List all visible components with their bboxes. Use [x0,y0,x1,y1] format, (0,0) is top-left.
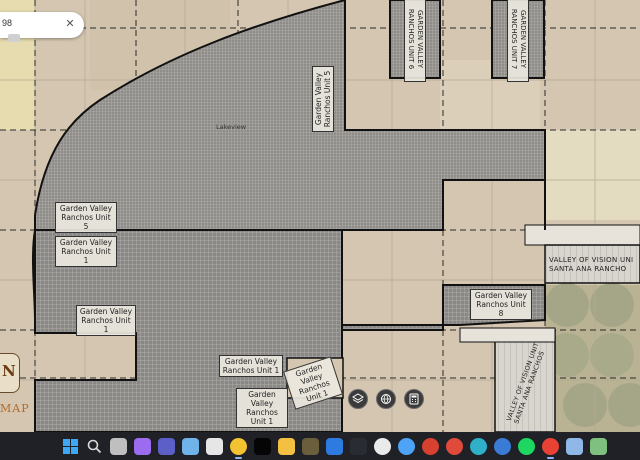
label-unit-bottom-b: Garden Valley Ranchos Unit 1 [236,388,288,428]
street-label: Lakeview [216,123,247,131]
search-input[interactable]: 98 ✕ [0,12,84,42]
layers-icon [352,393,364,404]
label-unit5-left: Garden Valley Ranchos Unit 5 [55,202,117,233]
home-icon[interactable] [182,437,199,455]
layers-tool[interactable] [348,389,368,409]
label-unit1-low: Garden Valley Ranchos Unit 1 [76,305,136,336]
clear-icon[interactable]: ✕ [63,17,77,31]
telegram-icon[interactable] [446,437,463,455]
agri-circles [545,283,640,432]
parcel-vision-top [524,224,640,246]
blue-dot-icon[interactable] [494,437,511,455]
app-grid-icon[interactable] [302,437,319,455]
basemap-tool[interactable] [376,389,396,409]
edge-icon[interactable] [470,437,487,455]
edge-map-word: MAP [0,402,30,415]
chrome-icon[interactable] [230,437,247,459]
file-explorer-icon[interactable] [278,437,295,455]
red-app-icon[interactable] [422,437,439,455]
label-unit8: Garden Valley Ranchos Unit 8 [470,289,532,320]
gallery-icon[interactable] [590,437,607,455]
edge-logo-badge: N [0,353,20,393]
search-icon[interactable] [86,438,103,455]
chrome-active-icon[interactable] [542,437,559,459]
spotify-icon[interactable] [518,437,535,455]
parcel-vision-strip [459,327,556,343]
calculator-tool[interactable] [404,389,424,409]
chrome-alt-icon[interactable] [398,437,415,455]
calendar-icon[interactable] [206,437,223,455]
copilot-icon[interactable] [134,437,151,455]
label-unit7-vertical: GARDEN VALLEY RANCHOS UNIT 7 [507,0,529,82]
land-light-block [545,130,640,220]
label-unit6-vertical: GARDEN VALLEY RANCHOS UNIT 6 [404,0,426,82]
taskbar [0,432,640,460]
map-tools [348,389,424,409]
globe-icon [381,394,391,404]
blue-square-icon[interactable] [326,437,343,455]
calculator-icon [409,393,419,405]
label-unit-bottom-a: Garden Valley Ranchos Unit 1 [219,355,283,377]
task-view-icon[interactable] [110,437,127,455]
label-unit1-mid: Garden Valley Ranchos Unit 1 [55,236,117,267]
camera-icon[interactable] [374,437,391,455]
search-value: 98 [2,18,13,28]
dark-app-icon[interactable] [350,437,367,455]
label-valley-vision: VALLEY OF VISION UNI SANTA ANA RANCHO [549,256,634,273]
teams-icon[interactable] [158,437,175,455]
windows-start-icon[interactable] [62,438,79,455]
black-app-icon[interactable] [254,437,271,455]
label-unit5-vertical: Garden Valley Ranchos Unit 5 [312,66,334,132]
phone-icon[interactable] [566,437,583,455]
parcel-map[interactable]: 98 ✕ Lakeview Garden Valley Ranchos Unit… [0,0,640,432]
collapse-handle-icon[interactable] [8,34,20,42]
